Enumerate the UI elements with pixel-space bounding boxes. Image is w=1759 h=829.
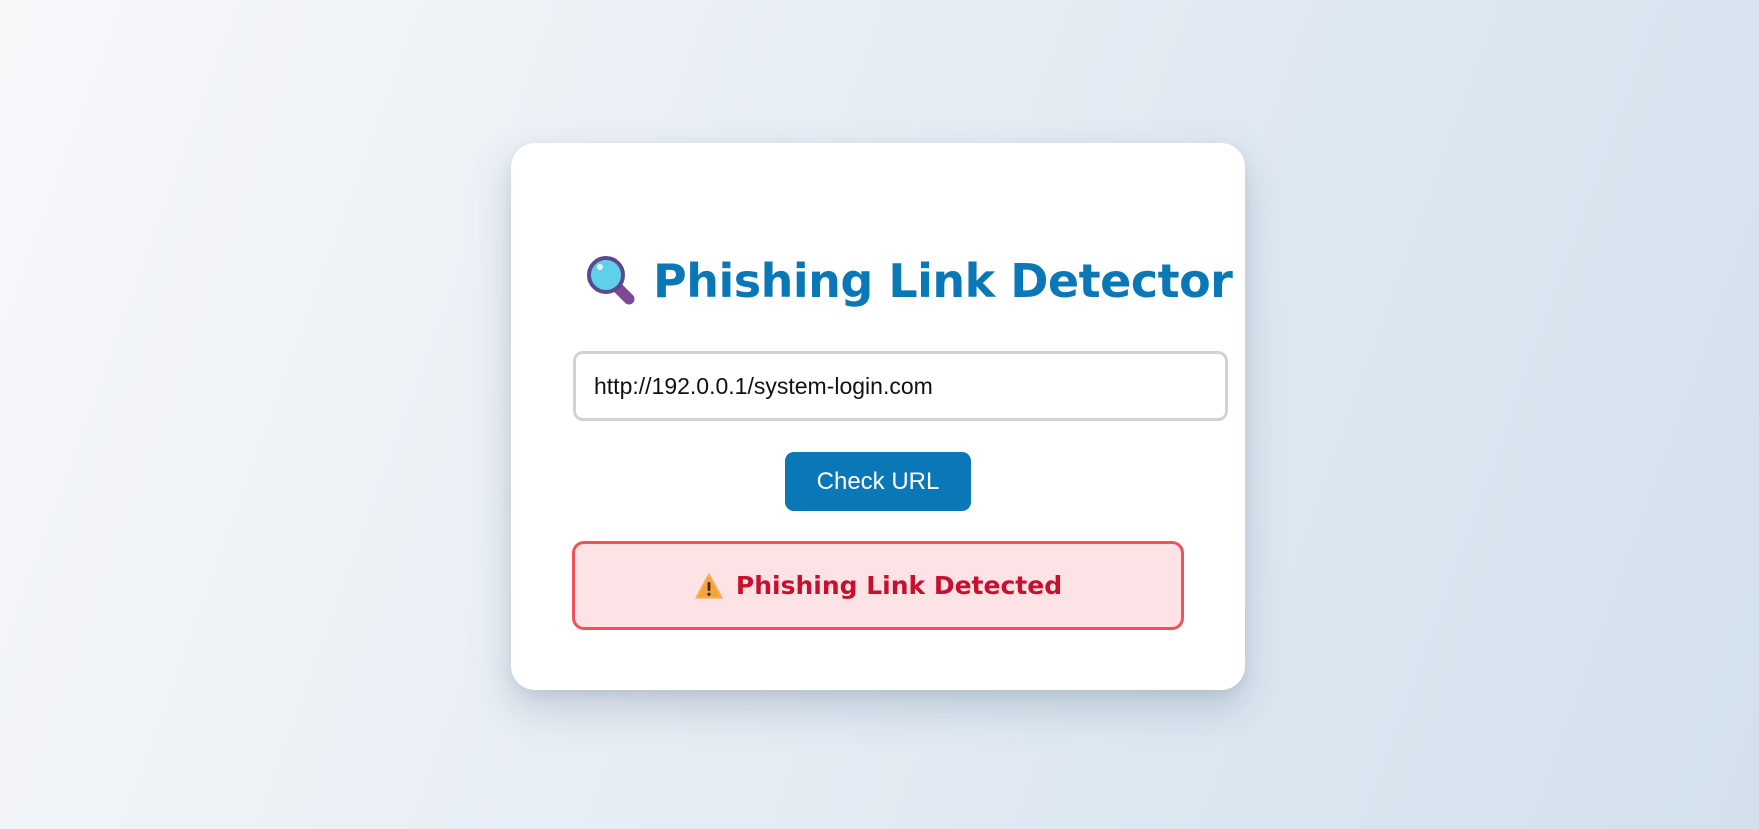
title-text: Phishing Link Detector (653, 254, 1233, 308)
result-alert: Phishing Link Detected (572, 541, 1184, 630)
warning-icon (695, 572, 723, 599)
magnifying-glass-icon (587, 256, 635, 305)
result-text: Phishing Link Detected (735, 571, 1063, 600)
page-title: Phishing Link Detector (583, 243, 1233, 319)
url-input[interactable] (573, 351, 1228, 421)
check-url-button[interactable]: Check URL (785, 452, 971, 511)
detector-card: Phishing Link Detector Check URL Phishin… (511, 143, 1245, 690)
